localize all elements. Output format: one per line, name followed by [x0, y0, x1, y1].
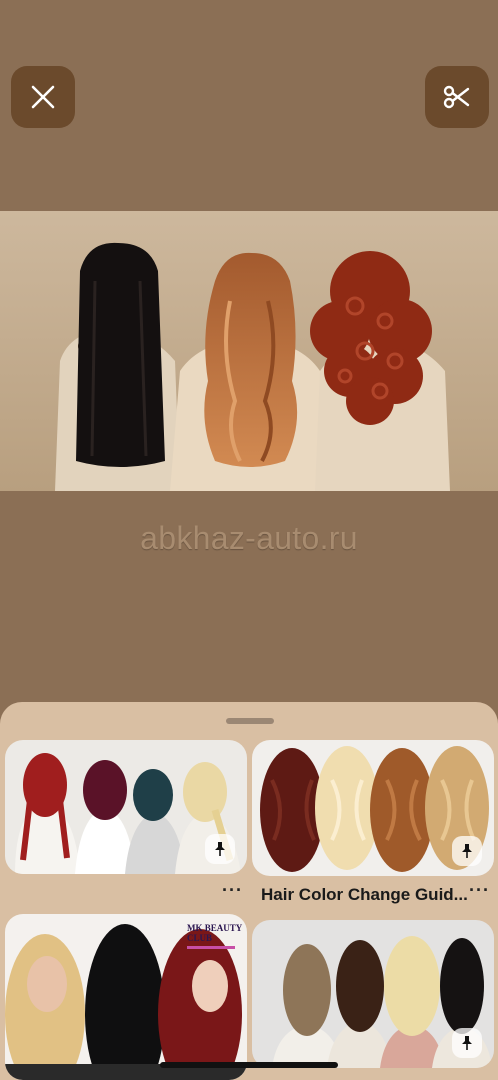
pushpin-icon	[215, 842, 225, 856]
home-indicator	[160, 1062, 338, 1068]
related-pin-2[interactable]	[252, 740, 494, 876]
pin-badge	[452, 1028, 482, 1058]
pin-badge	[205, 834, 235, 864]
main-pin-image[interactable]	[0, 211, 498, 491]
close-button[interactable]	[11, 66, 75, 128]
brand-logo: MK BEAUTY CLUB	[187, 923, 247, 949]
pin-badge	[452, 836, 482, 866]
source-domain[interactable]: abkhaz-auto.ru	[0, 520, 498, 557]
crop-button[interactable]	[425, 66, 489, 128]
sheet-drag-handle[interactable]	[226, 718, 274, 724]
pushpin-icon	[462, 844, 472, 858]
scissors-icon	[443, 85, 470, 109]
related-pin-4[interactable]	[252, 920, 494, 1068]
pin-1-more-button[interactable]: ···	[222, 880, 243, 901]
related-pin-1[interactable]	[5, 740, 247, 874]
pushpin-icon	[462, 1036, 472, 1050]
related-pin-3[interactable]: MK BEAUTY CLUB	[5, 914, 247, 1080]
pin-2-title[interactable]: Hair Color Change Guid...	[261, 885, 468, 905]
close-icon	[31, 85, 55, 109]
related-pins-sheet: ··· Hair Color Change Guid... ··· MK BEA…	[0, 702, 498, 1080]
pin-2-more-button[interactable]: ···	[469, 880, 490, 901]
